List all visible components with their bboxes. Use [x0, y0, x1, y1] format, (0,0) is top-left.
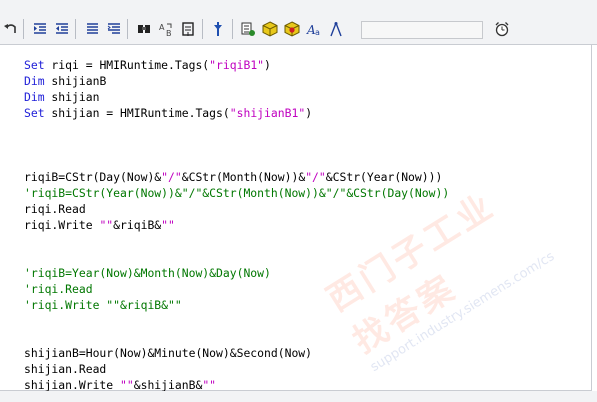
- string-token: "/": [161, 170, 182, 184]
- string-token: "": [120, 378, 134, 392]
- keyword-token: Dim: [24, 90, 45, 104]
- code-line[interactable]: Dim shijian: [24, 89, 99, 105]
- keyword-token: Set: [24, 58, 45, 72]
- code-line[interactable]: riqiB=CStr(Day(Now)&"/"&CStr(Month(Now))…: [24, 169, 442, 185]
- code-token: riqi = HMIRuntime.Tags(: [44, 58, 210, 72]
- code-line[interactable]: shijianB=Hour(Now)&Minute(Now)&Second(No…: [24, 345, 312, 361]
- string-token: "riqiB1": [209, 58, 265, 72]
- code-token: &riqiB&: [113, 218, 162, 232]
- comment-icon[interactable]: [84, 21, 100, 37]
- font-icon[interactable]: Aa: [306, 21, 322, 37]
- toolbar-separator: [127, 19, 128, 39]
- watermark-url: support.industry.siemens.com/cs: [367, 249, 558, 376]
- string-token: "/": [305, 170, 326, 184]
- code-token: shijianB=Hour(Now)&Minute(Now)&Second(No…: [24, 346, 313, 360]
- status-bar: [0, 391, 597, 402]
- toolbar-separator: [23, 19, 24, 39]
- indent-icon[interactable]: [32, 21, 48, 37]
- toolbar-separator: [232, 19, 233, 39]
- code-token: shijian.Write: [24, 378, 121, 392]
- code-token: shijianB: [44, 74, 107, 88]
- cube-icon[interactable]: [262, 21, 278, 37]
- keyword-token: Set: [24, 106, 45, 120]
- script-editor[interactable]: Set riqi = HMIRuntime.Tags("riqiB1") Dim …: [0, 45, 592, 392]
- code-line[interactable]: Set riqi = HMIRuntime.Tags("riqiB1"): [24, 57, 271, 73]
- code-line[interactable]: Set shijian = HMIRuntime.Tags("shijianB1…: [24, 105, 312, 121]
- comment-token: 'riqiB=CStr(Year(Now))&"/"&CStr(Month(No…: [24, 186, 450, 200]
- uncomment-icon[interactable]: [106, 21, 122, 37]
- outdent-icon[interactable]: [54, 21, 70, 37]
- object-list-icon[interactable]: [240, 21, 256, 37]
- code-line[interactable]: riqi.Write ""&riqiB&"": [24, 217, 175, 233]
- code-token: shijian.Read: [24, 362, 107, 376]
- replace-icon[interactable]: AB: [158, 21, 174, 37]
- code-line[interactable]: Dim shijianB: [24, 73, 106, 89]
- code-token: riqi.Read: [24, 202, 86, 216]
- goto-icon[interactable]: [180, 21, 196, 37]
- svg-text:a: a: [315, 28, 320, 37]
- code-token: ): [264, 58, 271, 72]
- compass-icon[interactable]: [328, 21, 344, 37]
- comment-token: 'riqi.Write ""&riqiB&"": [24, 298, 182, 312]
- code-token: shijian = HMIRuntime.Tags(: [44, 106, 230, 120]
- comment-token: 'riqiB=Year(Now)&Month(Now)&Day(Now): [24, 266, 271, 280]
- code-line[interactable]: shijian.Read: [24, 361, 106, 377]
- code-token: ): [305, 106, 313, 120]
- code-token: &shijianB&: [133, 378, 203, 392]
- search-field[interactable]: [361, 21, 483, 39]
- code-line[interactable]: 'riqi.Read: [24, 281, 93, 297]
- svg-text:B: B: [166, 29, 172, 37]
- undo-icon[interactable]: [3, 21, 19, 37]
- cube-star-icon[interactable]: [284, 21, 300, 37]
- code-line[interactable]: 'riqiB=Year(Now)&Month(Now)&Day(Now): [24, 265, 271, 281]
- comment-token: 'riqi.Read: [24, 282, 93, 296]
- keyword-token: Dim: [24, 74, 45, 88]
- string-token: "shijianB1": [229, 106, 306, 120]
- toolbar-separator: [75, 19, 76, 39]
- code-token: riqi.Write: [24, 218, 100, 232]
- code-line[interactable]: 'riqiB=CStr(Year(Now))&"/"&CStr(Month(No…: [24, 185, 449, 201]
- string-token: "": [99, 218, 114, 232]
- code-line[interactable]: 'riqi.Write ""&riqiB&"": [24, 297, 182, 313]
- toolbar-separator: [202, 19, 203, 39]
- svg-text:A: A: [159, 23, 165, 32]
- string-token: "": [161, 218, 175, 232]
- string-token: "": [202, 378, 217, 392]
- code-token: &CStr(Month(Now))&: [181, 170, 306, 184]
- alarm-clock-icon[interactable]: [494, 21, 510, 37]
- code-token: riqiB=CStr(Day(Now)&: [24, 170, 162, 184]
- editor-toolbar: AB Aa: [0, 0, 597, 45]
- code-token: &CStr(Year(Now))): [325, 170, 443, 184]
- syntax-check-icon[interactable]: [210, 21, 226, 37]
- code-token: shijian: [44, 90, 100, 104]
- find-icon[interactable]: [136, 21, 152, 37]
- code-line[interactable]: riqi.Read: [24, 201, 86, 217]
